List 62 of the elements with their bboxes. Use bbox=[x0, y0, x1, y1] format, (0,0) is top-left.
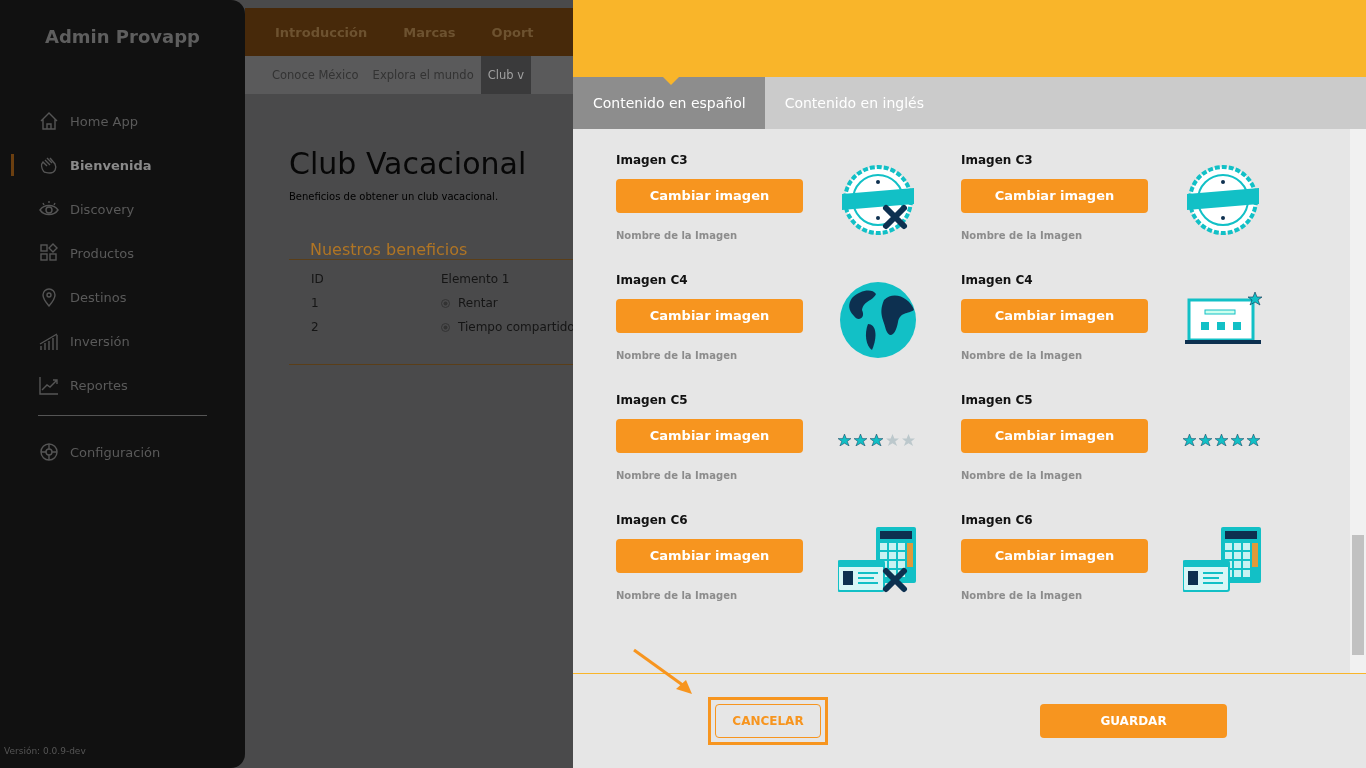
cross-mark-icon bbox=[883, 568, 907, 592]
sidebar-item[interactable]: Productos bbox=[38, 241, 245, 265]
change-image-button[interactable]: Cambiar imagen bbox=[961, 298, 1148, 333]
page-subtitle: Beneficios de obtener un club vacacional. bbox=[289, 191, 500, 202]
image-label: Imagen C4 bbox=[961, 273, 1034, 289]
image-name-label: Nombre de la Imagen bbox=[961, 470, 1084, 484]
image-label: Imagen C5 bbox=[616, 393, 689, 409]
change-image-button[interactable]: Cambiar imagen bbox=[961, 538, 1148, 573]
image-label: Imagen C6 bbox=[961, 513, 1034, 529]
language-tab[interactable]: Contenido en español bbox=[573, 77, 765, 129]
change-image-button[interactable]: Cambiar imagen bbox=[616, 178, 803, 213]
star-icon bbox=[838, 434, 851, 446]
image-name-label: Nombre de la Imagen bbox=[616, 470, 739, 484]
save-button[interactable]: GUARDAR bbox=[1040, 704, 1227, 738]
page-title: Club Vacacional bbox=[289, 146, 528, 181]
image-name-label: Nombre de la Imagen bbox=[961, 350, 1084, 364]
image-label: Imagen C3 bbox=[616, 153, 689, 169]
version-label: Versión: 0.0.9-dev bbox=[3, 746, 87, 758]
sub-nav-tab[interactable]: Club v bbox=[480, 56, 531, 94]
scrollbar[interactable] bbox=[1350, 129, 1366, 673]
image-label: Imagen C3 bbox=[961, 153, 1034, 169]
grid-icon bbox=[38, 242, 60, 264]
image-name-label: Nombre de la Imagen bbox=[616, 590, 739, 604]
image-name-label: Nombre de la Imagen bbox=[961, 230, 1084, 244]
star-icon bbox=[1215, 434, 1228, 446]
change-image-button[interactable]: Cambiar imagen bbox=[616, 418, 803, 453]
change-image-button[interactable]: Cambiar imagen bbox=[616, 538, 803, 573]
bars-icon bbox=[38, 330, 60, 352]
change-image-button[interactable]: Cambiar imagen bbox=[961, 418, 1148, 453]
sidebar-item[interactable]: Reportes bbox=[38, 373, 245, 397]
sidebar-item[interactable]: Home App bbox=[38, 109, 245, 133]
change-image-button[interactable]: Cambiar imagen bbox=[616, 298, 803, 333]
image-label: Imagen C6 bbox=[616, 513, 689, 529]
active-indicator bbox=[11, 154, 14, 176]
star-icon bbox=[1199, 434, 1212, 446]
star-icon bbox=[902, 434, 915, 446]
star-icon bbox=[854, 434, 867, 446]
cross-mark-icon bbox=[883, 205, 907, 229]
home-icon bbox=[38, 110, 60, 132]
cancel-button[interactable]: CANCELAR bbox=[715, 704, 821, 738]
change-image-button[interactable]: Cambiar imagen bbox=[961, 178, 1148, 213]
star-icon bbox=[1247, 434, 1260, 446]
radio-icon bbox=[441, 322, 450, 332]
image-label: Imagen C4 bbox=[616, 273, 689, 289]
image-label: Imagen C5 bbox=[961, 393, 1034, 409]
star-icon bbox=[870, 434, 883, 446]
sidebar-item[interactable]: Inversión bbox=[38, 329, 245, 353]
app-title: Admin Provapp bbox=[44, 25, 201, 49]
trend-icon bbox=[38, 374, 60, 396]
image-name-label: Nombre de la Imagen bbox=[961, 590, 1084, 604]
sidebar-item[interactable]: Bienvenida bbox=[38, 153, 245, 177]
image-name-label: Nombre de la Imagen bbox=[616, 230, 739, 244]
sidebar-item[interactable]: Discovery bbox=[38, 197, 245, 221]
image-name-label: Nombre de la Imagen bbox=[616, 350, 739, 364]
radio-icon bbox=[441, 298, 450, 308]
sidebar-item[interactable]: Configuración bbox=[38, 440, 245, 464]
star-icon bbox=[1231, 434, 1244, 446]
sidebar-item[interactable]: Destinos bbox=[38, 285, 245, 309]
star-icon bbox=[886, 434, 899, 446]
star-icon bbox=[1183, 434, 1196, 446]
settings-icon bbox=[38, 441, 60, 463]
scrollbar-thumb[interactable] bbox=[1352, 535, 1364, 655]
